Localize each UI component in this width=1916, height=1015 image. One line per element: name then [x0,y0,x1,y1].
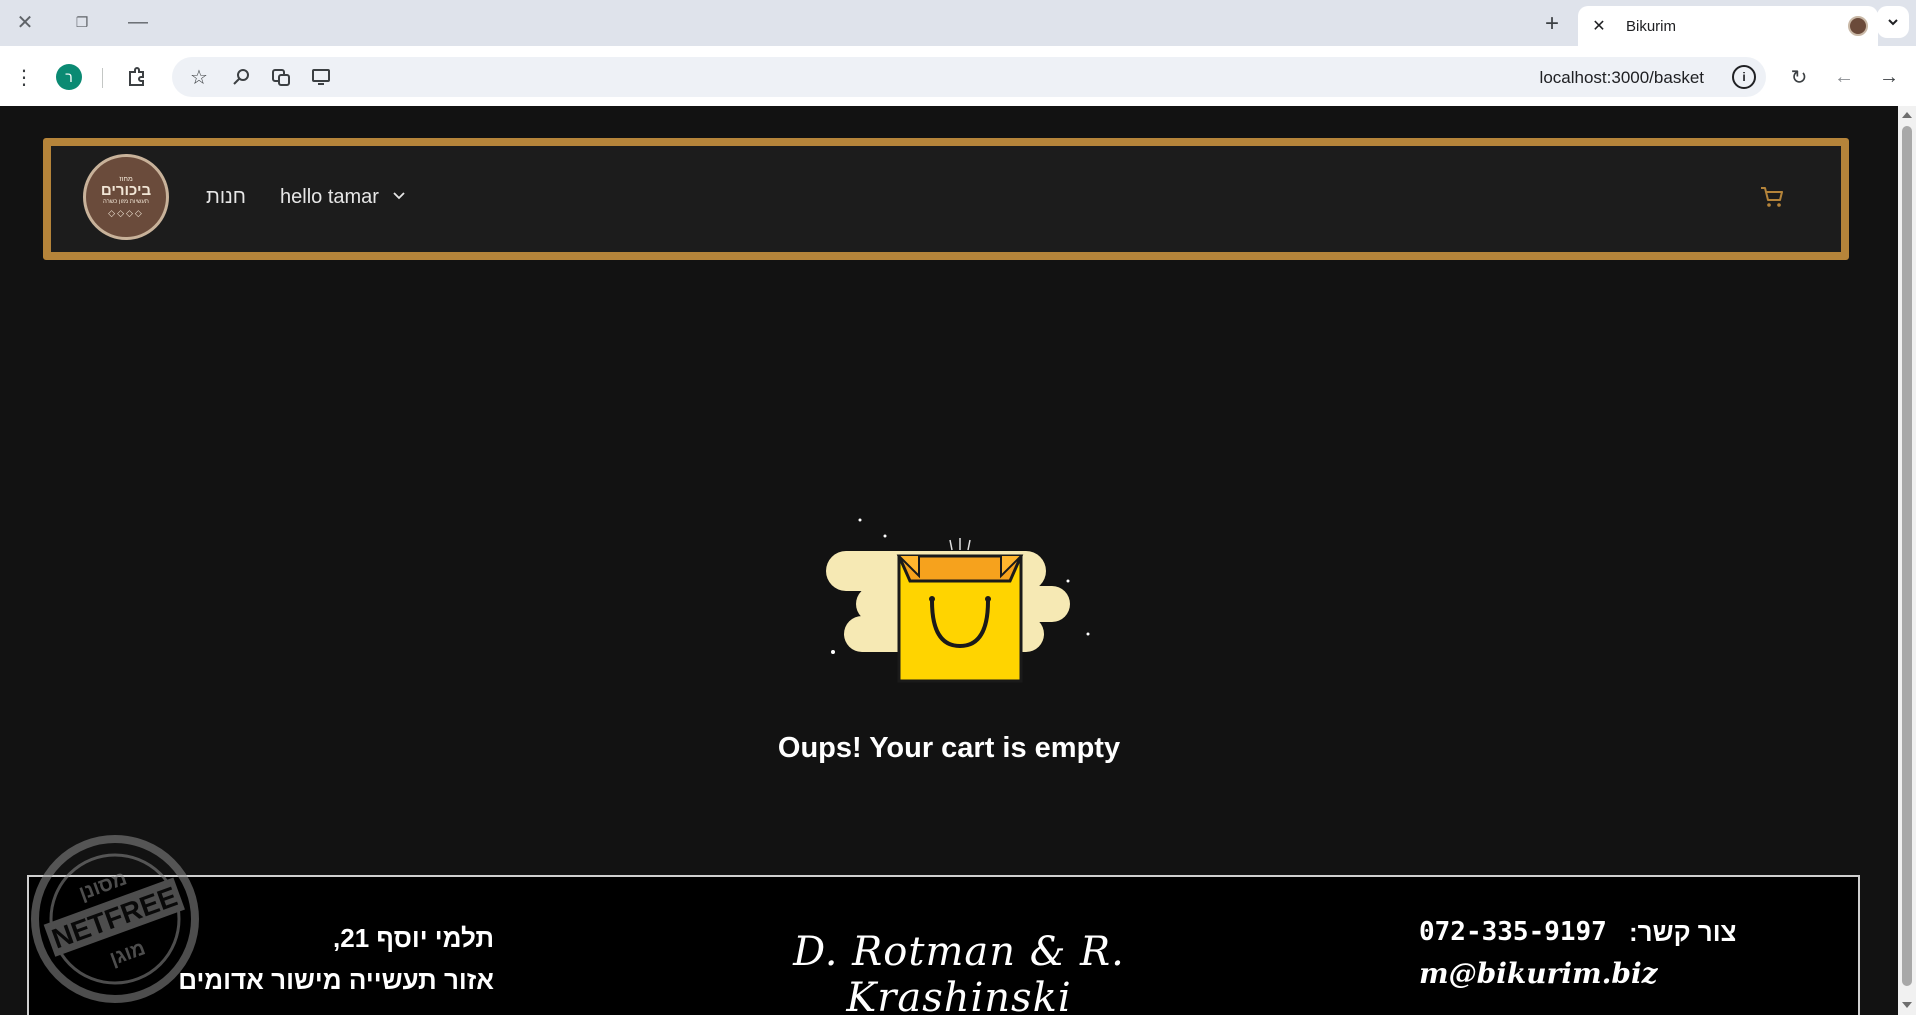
contact-phone[interactable]: 072-335-9197 [1419,917,1607,947]
netfree-watermark: מסונן NETFREE מוגן [31,835,199,1003]
profile-avatar[interactable]: ר [56,64,82,90]
restore-window-button[interactable]: ❐ [62,8,102,36]
browser-menu-button[interactable]: ⋮ [9,62,39,92]
back-button[interactable]: ← [1829,62,1859,92]
close-icon: ✕ [16,11,34,34]
user-menu-button[interactable]: hello tamar [280,186,379,209]
site-footer: תלמי יוסף 21, אזור תעשייה מישור אדומים D… [27,875,1860,1015]
tab-close-button[interactable]: ✕ [1588,15,1610,37]
chevron-down-icon[interactable] [391,188,407,204]
restore-icon: ❐ [75,13,89,30]
logo-main-text: ביכורים [100,181,152,199]
info-icon: i [1742,70,1746,84]
nav-link-shop[interactable]: חנות [206,186,246,209]
watermark-bottom-text: מוגן [107,937,149,970]
back-icon: ← [1834,65,1854,88]
site-info-button[interactable]: i [1732,65,1756,89]
site-navbar: מחוז ביכורים תעשיות מזון כשרה ◇◇◇◇ חנות … [43,138,1849,260]
minimize-window-button[interactable]: — [118,8,158,36]
minimize-icon: — [128,10,148,33]
tab-list-icon [1888,19,1898,26]
translate-button[interactable] [266,62,296,92]
page-content: מחוז ביכורים תעשיות מזון כשרה ◇◇◇◇ חנות … [0,106,1898,1015]
scroll-down-arrow[interactable] [1902,1002,1912,1008]
contact-email[interactable]: m@bikurim.biz [1419,957,1657,990]
tab-title: Bikurim [1626,17,1677,35]
empty-cart-illustration [826,518,1090,683]
reload-icon: ↻ [1790,66,1808,89]
translate-icon [272,69,290,86]
tab-list-button[interactable] [1877,6,1909,38]
cast-button[interactable] [306,62,336,92]
url-text[interactable]: localhost:3000/basket [1540,68,1704,88]
zoom-button[interactable] [226,62,256,92]
bookmark-star-icon: ☆ [190,66,208,89]
extensions-icon [129,67,144,86]
reload-button[interactable]: ↻ [1784,62,1814,92]
forward-icon: → [1879,65,1899,88]
logo-sub-text: תעשיות מזון כשרה [103,198,149,205]
address-bar[interactable]: ☆ localhost:3000/basket i [172,57,1766,97]
new-tab-button[interactable]: + [1537,10,1567,38]
new-tab-icon: + [1544,10,1559,37]
tab-strip: ✕ ❐ — + ✕ Bikurim [0,0,1916,46]
menu-icon: ⋮ [14,66,34,89]
empty-cart-message: Oups! Your cart is empty [777,732,1121,764]
cast-icon [312,69,330,85]
zoom-icon [233,69,249,85]
logo-symbols: ◇◇◇◇ [108,207,144,218]
scrollbar-thumb[interactable] [1902,126,1912,986]
scroll-up-arrow[interactable] [1902,112,1912,118]
footer-signature: D. Rotman & R. Krashinski [793,929,1125,1015]
extensions-button[interactable] [122,62,152,92]
close-window-button[interactable]: ✕ [5,8,45,36]
close-icon: ✕ [1592,18,1606,35]
contact-label: צור קשר: [1629,917,1737,947]
tab-bikurim[interactable]: ✕ Bikurim [1578,6,1878,46]
cart-icon[interactable] [1759,184,1785,210]
bookmark-button[interactable]: ☆ [184,62,214,92]
page-scrollbar[interactable] [1898,106,1916,1015]
site-logo[interactable]: מחוז ביכורים תעשיות מזון כשרה ◇◇◇◇ [83,154,169,240]
tab-favicon [1848,16,1868,36]
toolbar-divider [102,68,103,88]
forward-button[interactable]: → [1874,62,1904,92]
